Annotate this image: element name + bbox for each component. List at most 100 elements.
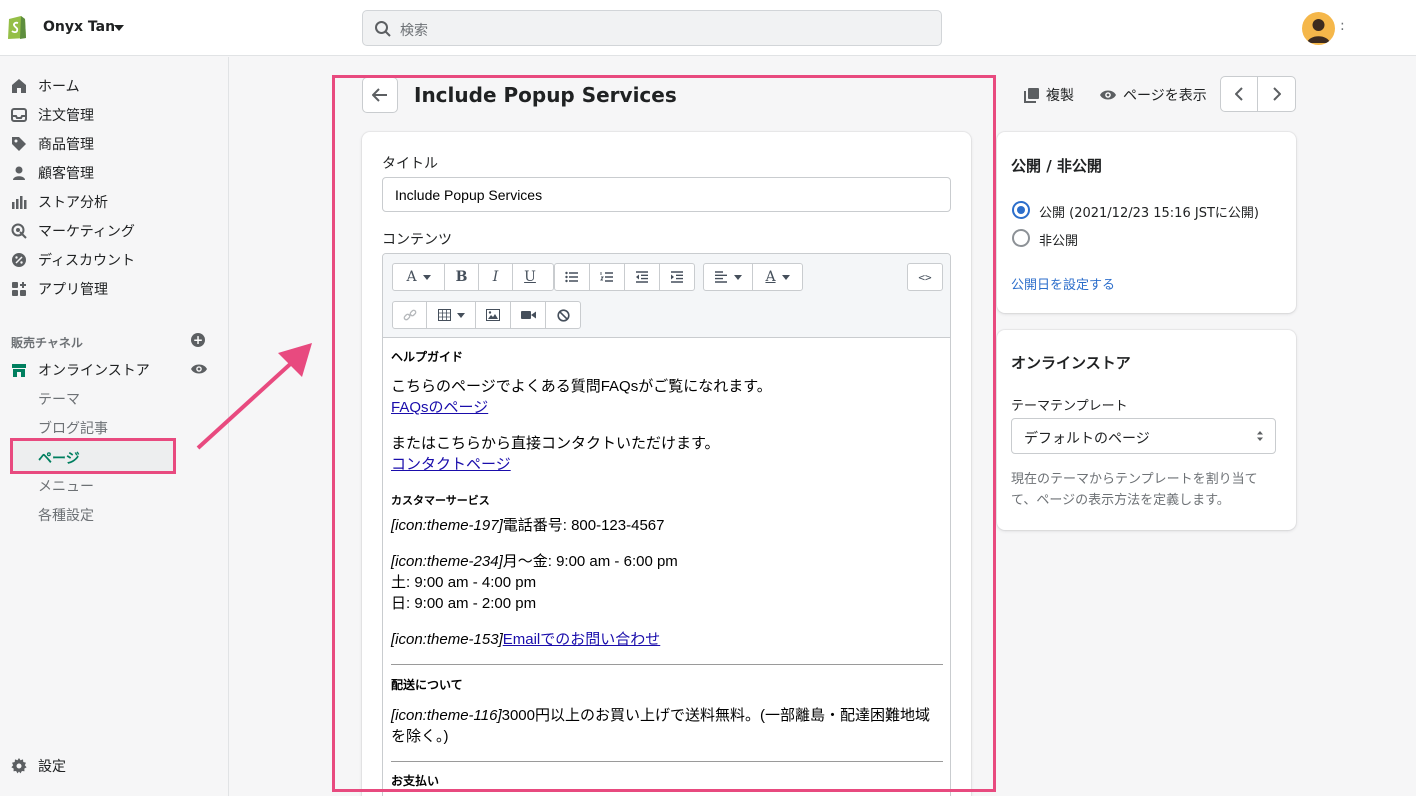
discount-icon bbox=[10, 251, 28, 269]
sidebar-item-products[interactable]: 商品管理 bbox=[10, 132, 94, 156]
next-page-button[interactable] bbox=[1258, 77, 1295, 111]
chevron-down-icon[interactable] bbox=[114, 25, 124, 31]
sidebar-item-apps[interactable]: アプリ管理 bbox=[10, 277, 108, 301]
account-menu-icon[interactable]: : bbox=[1340, 18, 1345, 34]
top-bar: Onyx Tan 検索 : bbox=[0, 0, 1416, 56]
sidebar-item-settings[interactable]: 設定 bbox=[10, 754, 66, 778]
hours-weekday: 月〜金: 9:00 am - 6:00 pm bbox=[502, 553, 678, 570]
email-link[interactable]: Emailでのお問い合わせ bbox=[503, 631, 661, 648]
text-color-button[interactable]: A bbox=[753, 264, 802, 290]
indent-button[interactable] bbox=[660, 264, 694, 290]
underline-button[interactable]: U bbox=[513, 264, 547, 290]
faq-link[interactable]: FAQsのページ bbox=[391, 397, 488, 418]
text-color-icon: A bbox=[765, 269, 776, 285]
contact-link[interactable]: コンタクトページ bbox=[391, 454, 511, 475]
chevron-down-icon bbox=[733, 274, 742, 280]
sidebar-subitem-themes[interactable]: テーマ bbox=[38, 389, 80, 409]
chevron-left-icon bbox=[1235, 87, 1243, 101]
align-left-icon bbox=[714, 271, 727, 283]
hours-saturday: 土: 9:00 am - 4:00 pm bbox=[391, 574, 537, 591]
numbered-list-icon bbox=[600, 272, 613, 282]
previous-page-button[interactable] bbox=[1221, 77, 1259, 111]
underline-icon: U bbox=[524, 269, 536, 285]
table-button[interactable] bbox=[427, 302, 476, 328]
chevron-right-icon bbox=[1272, 87, 1281, 101]
sidebar-item-label: マーケティング bbox=[38, 224, 135, 240]
divider bbox=[391, 761, 943, 762]
set-visibility-date-link[interactable]: 公開日を設定する bbox=[1011, 274, 1115, 293]
apps-icon bbox=[10, 280, 28, 298]
shipping-text: 3000円以上のお買い上げで送料無料。(一部離島・配達困難地域 bbox=[501, 707, 930, 724]
store-name[interactable]: Onyx Tan bbox=[43, 19, 115, 35]
tag-icon bbox=[10, 135, 28, 153]
link-icon bbox=[403, 309, 416, 321]
template-select[interactable]: デフォルトのページ bbox=[1011, 418, 1276, 454]
hidden-radio[interactable] bbox=[1012, 229, 1030, 247]
insert-image-button[interactable] bbox=[476, 302, 511, 328]
hidden-label[interactable]: 非公開 bbox=[1039, 230, 1078, 249]
template-label: テーマテンプレート bbox=[1011, 399, 1128, 414]
sidebar-subitem-menus[interactable]: メニュー bbox=[38, 476, 94, 496]
shopify-logo-icon[interactable] bbox=[6, 12, 28, 40]
online-store-title: オンラインストア bbox=[1011, 354, 1131, 372]
sidebar-item-label: 設定 bbox=[38, 759, 66, 775]
sidebar-item-online-store[interactable]: オンラインストア bbox=[10, 358, 150, 382]
align-color-group: A bbox=[703, 263, 803, 291]
shipping-text-continued: を除く。) bbox=[391, 728, 449, 745]
bold-button[interactable]: B bbox=[445, 264, 479, 290]
sidebar-item-label: 商品管理 bbox=[38, 137, 94, 153]
title-field[interactable] bbox=[382, 177, 951, 212]
bullet-list-icon bbox=[565, 271, 578, 283]
published-radio[interactable] bbox=[1012, 201, 1030, 219]
avatar[interactable] bbox=[1302, 12, 1335, 45]
sidebar-subitem-preferences[interactable]: 各種設定 bbox=[38, 505, 94, 525]
italic-button[interactable]: I bbox=[479, 264, 513, 290]
sidebar-subitem-pages[interactable]: ページ bbox=[10, 438, 176, 474]
hours-sunday: 日: 9:00 am - 2:00 pm bbox=[391, 595, 537, 612]
duplicate-button[interactable]: 複製 bbox=[1024, 85, 1074, 105]
sidebar-item-label: アプリ管理 bbox=[38, 282, 108, 298]
sidebar-item-marketing[interactable]: マーケティング bbox=[10, 219, 135, 243]
sales-channels-heading: 販売チャネル bbox=[11, 336, 83, 350]
search-input[interactable]: 検索 bbox=[362, 10, 942, 46]
outdent-button[interactable] bbox=[625, 264, 660, 290]
inbox-icon bbox=[10, 106, 28, 124]
annotation-arrow bbox=[196, 343, 312, 450]
align-button[interactable] bbox=[704, 264, 753, 290]
view-page-label: ページを表示 bbox=[1123, 88, 1207, 104]
no-entry-icon bbox=[556, 308, 570, 322]
sidebar-subitem-blog[interactable]: ブログ記事 bbox=[38, 418, 108, 438]
shipping-line: [icon:theme-116]3000円以上のお買い上げで送料無料。(一部離島… bbox=[391, 705, 930, 726]
table-icon bbox=[437, 309, 451, 321]
sidebar-item-home[interactable]: ホーム bbox=[10, 74, 80, 98]
target-icon bbox=[10, 222, 28, 240]
search-placeholder: 検索 bbox=[400, 23, 428, 39]
insert-video-button[interactable] bbox=[511, 302, 546, 328]
clear-format-button[interactable] bbox=[546, 302, 580, 328]
eye-icon bbox=[1100, 90, 1116, 100]
link-button[interactable] bbox=[393, 302, 427, 328]
bullet-list-button[interactable] bbox=[555, 264, 590, 290]
title-label: タイトル bbox=[382, 156, 438, 172]
rich-text-editor: A B I U A <> ヘルプガイド こちらのページでよくある質問FAQsがご bbox=[382, 253, 951, 796]
view-page-button[interactable]: ページを表示 bbox=[1099, 85, 1207, 105]
sidebar-item-discounts[interactable]: ディスカウント bbox=[10, 248, 135, 272]
bold-icon: B bbox=[455, 269, 468, 285]
html-source-button[interactable]: <> bbox=[908, 264, 942, 290]
sidebar-item-analytics[interactable]: ストア分析 bbox=[10, 190, 108, 214]
numbered-list-button[interactable] bbox=[590, 264, 625, 290]
sidebar-item-customers[interactable]: 顧客管理 bbox=[10, 161, 94, 185]
back-button[interactable] bbox=[362, 77, 398, 113]
bar-chart-icon bbox=[10, 193, 28, 211]
shipping-icon-code: [icon:theme-116] bbox=[391, 707, 502, 724]
text-format-group: A B I U bbox=[392, 263, 554, 291]
font-style-button[interactable]: A bbox=[393, 264, 445, 290]
sidebar-item-label: ストア分析 bbox=[38, 195, 108, 211]
payment-heading: お支払い bbox=[391, 774, 440, 788]
duplicate-label: 複製 bbox=[1046, 88, 1074, 104]
chevron-down-icon bbox=[456, 312, 465, 318]
outdent-icon bbox=[636, 271, 648, 283]
sidebar-item-orders[interactable]: 注文管理 bbox=[10, 103, 94, 127]
visibility-title: 公開 / 非公開 bbox=[1011, 157, 1102, 175]
published-label[interactable]: 公開 (2021/12/23 15:16 JSTに公開) bbox=[1039, 202, 1259, 221]
